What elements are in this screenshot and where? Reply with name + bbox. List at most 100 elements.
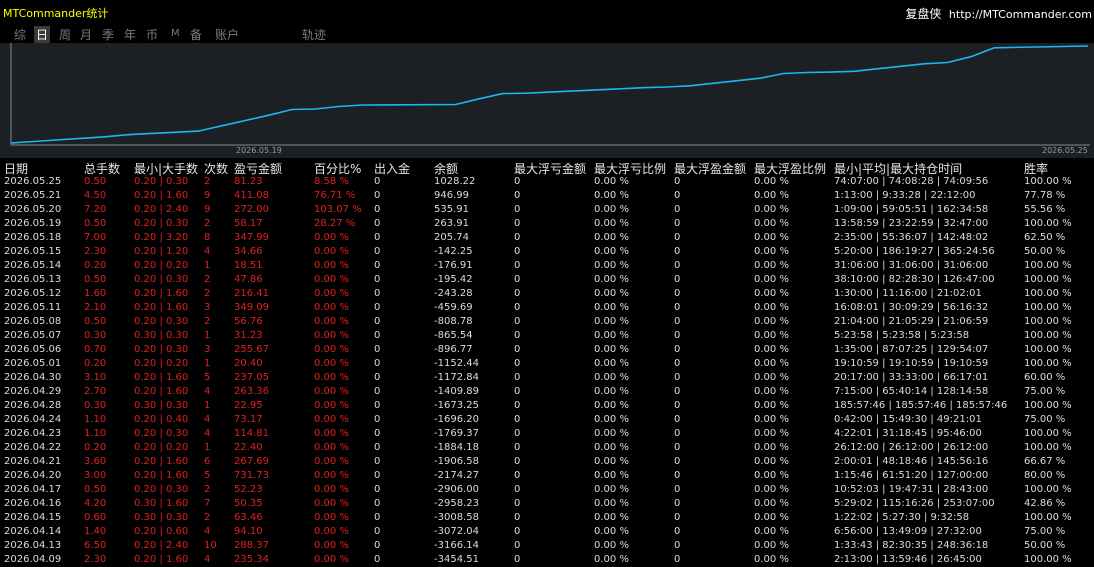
cell-count: 3	[204, 302, 211, 313]
cell-deposit: 0	[374, 204, 381, 215]
table-row[interactable]: 2026.04.30 3.10 0.20 | 1.60 5 237.05 0.00 % 0 -…	[0, 371, 1094, 385]
tab-m[interactable]: M	[171, 28, 180, 39]
tab-month[interactable]: 月	[80, 26, 92, 43]
cell-percent: 0.00 %	[314, 428, 349, 439]
cell-count: 8	[204, 232, 211, 243]
table-row[interactable]: 2026.05.19 0.50 0.20 | 0.30 2 58.17 28.27 % 0 2…	[0, 217, 1094, 231]
table-row[interactable]: 2026.04.22 0.20 0.20 | 0.20 1 22.40 0.00 % 0 -1…	[0, 441, 1094, 455]
table-row[interactable]: 2026.05.12 1.60 0.20 | 1.60 2 216.41 0.00 % 0 -…	[0, 287, 1094, 301]
cell-max-float-loss: 0	[514, 288, 521, 299]
cell-hold-time: 7:15:00 | 65:40:14 | 128:14:58	[834, 386, 989, 397]
table-row[interactable]: 2026.04.23 1.10 0.20 | 0.30 4 114.81 0.00 % 0 -…	[0, 427, 1094, 441]
cell-percent: 103.07 %	[314, 204, 362, 215]
brand[interactable]: 复盘侠 http://MTCommander.com	[905, 5, 1092, 22]
tab-quarter[interactable]: 季	[102, 26, 114, 43]
cell-total-lots: 0.20	[84, 260, 107, 271]
cell-count: 2	[204, 176, 211, 187]
cell-max-float-loss: 0	[514, 484, 521, 495]
cell-total-lots: 0.50	[84, 316, 107, 327]
cell-min-max-lots: 0.30 | 0.30	[134, 512, 189, 523]
tab-day[interactable]: 日	[34, 26, 51, 43]
cell-win-rate: 100.00 %	[1024, 288, 1072, 299]
cell-balance: 205.74	[434, 232, 469, 243]
cell-hold-time: 74:07:00 | 74:08:28 | 74:09:56	[834, 176, 989, 187]
cell-count: 6	[204, 456, 211, 467]
tab-year[interactable]: 年	[124, 26, 136, 43]
cell-total-lots: 3.00	[84, 470, 107, 481]
tab-note[interactable]: 备	[190, 26, 202, 43]
table-row[interactable]: 2026.04.20 3.00 0.20 | 1.60 5 731.73 0.00 % 0 -…	[0, 469, 1094, 483]
cell-percent: 28.27 %	[314, 218, 356, 229]
tab-track[interactable]: 轨迹	[302, 26, 326, 43]
table-row[interactable]: 2026.04.13 6.50 0.20 | 2.40 10 288.37 0.00 % 0…	[0, 539, 1094, 553]
cell-max-float-loss-ratio: 0.00 %	[594, 470, 629, 481]
cell-deposit: 0	[374, 232, 381, 243]
tab-week[interactable]: 周	[59, 26, 71, 43]
tab-account[interactable]: 账户	[215, 26, 239, 43]
cell-min-max-lots: 0.20 | 0.30	[134, 218, 189, 229]
cell-deposit: 0	[374, 260, 381, 271]
cell-hold-time: 31:06:00 | 31:06:00 | 31:06:00	[834, 260, 989, 271]
cell-hold-time: 5:29:02 | 115:16:26 | 253:07:00	[834, 498, 995, 509]
cell-deposit: 0	[374, 274, 381, 285]
cell-min-max-lots: 0.20 | 0.20	[134, 358, 189, 369]
cell-percent: 0.00 %	[314, 484, 349, 495]
cell-max-float-profit: 0	[674, 554, 681, 565]
cell-pnl: 263.36	[234, 386, 269, 397]
table-row[interactable]: 2026.05.11 2.10 0.20 | 1.60 3 349.09 0.00 % 0 -…	[0, 301, 1094, 315]
cell-hold-time: 5:20:00 | 186:19:27 | 365:24:56	[834, 246, 995, 257]
cell-balance: -3454.51	[434, 554, 479, 565]
table-row[interactable]: 2026.05.15 2.30 0.20 | 1.20 4 34.66 0.00 % 0 -1…	[0, 245, 1094, 259]
cell-deposit: 0	[374, 400, 381, 411]
table-row[interactable]: 2026.04.29 2.70 0.20 | 1.60 4 263.36 0.00 % 0 -…	[0, 385, 1094, 399]
brand-url-link[interactable]: http://MTCommander.com	[949, 8, 1092, 21]
cell-pnl: 73.17	[234, 414, 263, 425]
cell-hold-time: 1:22:02 | 5:27:30 | 9:32:58	[834, 512, 970, 523]
brand-name[interactable]: 复盘侠	[905, 7, 941, 21]
cell-date: 2026.04.21	[4, 456, 62, 467]
cell-max-float-loss: 0	[514, 400, 521, 411]
table-row[interactable]: 2026.04.28 0.30 0.30 | 0.30 1 22.95 0.00 % 0 -1…	[0, 399, 1094, 413]
cell-max-float-profit-ratio: 0.00 %	[754, 414, 789, 425]
table-row[interactable]: 2026.05.18 7.00 0.20 | 3.20 8 347.99 0.00 % 0 2…	[0, 231, 1094, 245]
table-row[interactable]: 2026.04.14 1.40 0.20 | 0.60 4 94.10 0.00 % 0 -3…	[0, 525, 1094, 539]
cell-hold-time: 1:33:43 | 82:30:35 | 248:36:18	[834, 540, 989, 551]
cell-percent: 0.00 %	[314, 540, 349, 551]
cell-max-float-loss: 0	[514, 204, 521, 215]
cell-max-float-profit-ratio: 0.00 %	[754, 274, 789, 285]
table-row[interactable]: 2026.05.01 0.20 0.20 | 0.20 1 20.40 0.00 % 0 -1…	[0, 357, 1094, 371]
table-row[interactable]: 2026.05.07 0.30 0.30 | 0.30 1 31.23 0.00 % 0 -8…	[0, 329, 1094, 343]
table-row[interactable]: 2026.04.21 3.60 0.20 | 1.60 6 267.69 0.00 % 0 -…	[0, 455, 1094, 469]
table-row[interactable]: 2026.05.20 7.20 0.20 | 2.40 9 272.00 103.07 %…	[0, 203, 1094, 217]
cell-max-float-loss: 0	[514, 274, 521, 285]
cell-min-max-lots: 0.20 | 3.20	[134, 232, 189, 243]
tab-overview[interactable]: 综	[14, 26, 26, 43]
table-row[interactable]: 2026.04.16 4.20 0.30 | 1.60 7 50.35 0.00 % 0 -2…	[0, 497, 1094, 511]
cell-hold-time: 21:04:00 | 21:05:29 | 21:06:59	[834, 316, 989, 327]
cell-pnl: 47.86	[234, 274, 263, 285]
table-row[interactable]: 2026.04.17 0.50 0.20 | 0.30 2 52.23 0.00 % 0 -2…	[0, 483, 1094, 497]
cell-max-float-loss: 0	[514, 498, 521, 509]
cell-max-float-profit: 0	[674, 344, 681, 355]
cell-min-max-lots: 0.20 | 1.60	[134, 190, 189, 201]
cell-max-float-profit: 0	[674, 330, 681, 341]
cell-max-float-profit: 0	[674, 484, 681, 495]
cell-balance: -1769.37	[434, 428, 479, 439]
cell-deposit: 0	[374, 442, 381, 453]
tab-currency[interactable]: 币	[146, 26, 158, 43]
cell-max-float-loss-ratio: 0.00 %	[594, 386, 629, 397]
cell-total-lots: 0.70	[84, 344, 107, 355]
table-row[interactable]: 2026.05.13 0.50 0.20 | 0.30 2 47.86 0.00 % 0 -1…	[0, 273, 1094, 287]
table-row[interactable]: 2026.05.08 0.50 0.20 | 0.30 2 56.76 0.00 % 0 -8…	[0, 315, 1094, 329]
table-row[interactable]: 2026.05.21 4.50 0.20 | 1.60 9 411.08 76.71 % 0…	[0, 189, 1094, 203]
table-row[interactable]: 2026.05.06 0.70 0.20 | 0.30 3 255.67 0.00 % 0 -…	[0, 343, 1094, 357]
cell-count: 3	[204, 344, 211, 355]
cell-date: 2026.05.12	[4, 288, 62, 299]
table-row[interactable]: 2026.04.09 2.30 0.20 | 1.60 4 235.34 0.00 % 0 -…	[0, 553, 1094, 567]
table-row[interactable]: 2026.04.24 1.10 0.20 | 0.40 4 73.17 0.00 % 0 -1…	[0, 413, 1094, 427]
table-row[interactable]: 2026.04.15 0.60 0.30 | 0.30 2 63.46 0.00 % 0 -3…	[0, 511, 1094, 525]
cell-deposit: 0	[374, 512, 381, 523]
table-row[interactable]: 2026.05.25 0.50 0.20 | 0.30 2 81.23 8.58 % 0 10…	[0, 175, 1094, 189]
cell-max-float-profit: 0	[674, 512, 681, 523]
table-row[interactable]: 2026.05.14 0.20 0.20 | 0.20 1 18.51 0.00 % 0 -1…	[0, 259, 1094, 273]
